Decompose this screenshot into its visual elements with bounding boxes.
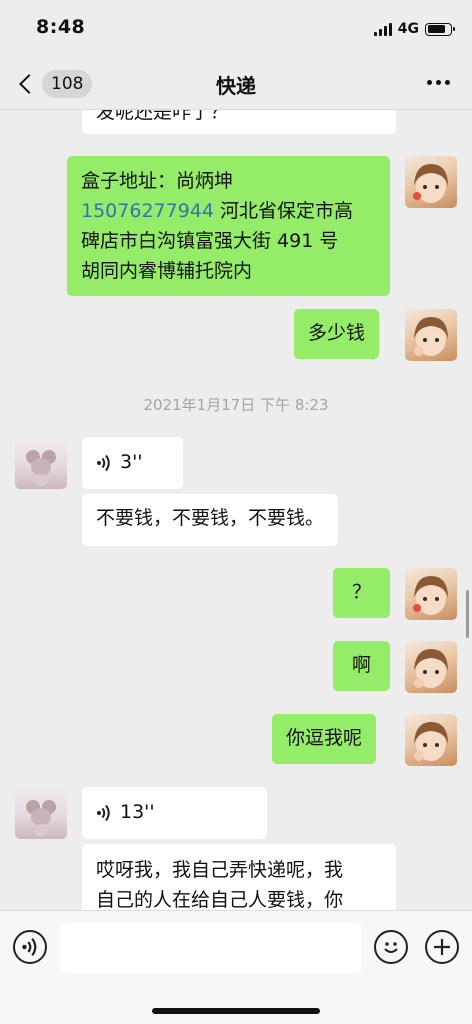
message-bubble[interactable]: 哎呀我，我自己弄快递呢，我 自己的人在给自己人要钱，你 — [82, 844, 396, 910]
nav-bar: 108 快递 — [0, 58, 472, 110]
more-icon — [427, 80, 432, 85]
my-avatar[interactable] — [405, 309, 457, 361]
battery-icon — [425, 22, 455, 36]
avatar-image — [414, 649, 448, 688]
emoji-button[interactable] — [374, 930, 408, 964]
voice-duration: 3'' — [120, 451, 143, 473]
message-text: 你逗我呢 — [286, 727, 363, 749]
contact-avatar[interactable] — [15, 787, 67, 839]
plus-icon — [434, 939, 450, 955]
avatar-image — [414, 317, 448, 356]
my-avatar[interactable] — [405, 714, 457, 766]
voice-wave-icon — [97, 804, 110, 821]
battery-level — [427, 25, 446, 33]
address-line: 胡同内睿博辅托院内 — [81, 260, 253, 282]
address-line: 河北省保定市高 — [220, 200, 354, 222]
chat-title: 快递 — [216, 74, 256, 98]
status-indicators: 4G — [373, 20, 455, 38]
add-button[interactable] — [425, 930, 459, 964]
input-bar — [0, 910, 472, 1024]
voice-duration: 13'' — [120, 801, 155, 823]
avatar-image — [413, 576, 448, 615]
status-bar: 8:48 4G — [0, 0, 472, 58]
address-line: 碑店市白沟镇富强大街 491 号 — [81, 230, 339, 252]
voice-toggle-button[interactable] — [13, 930, 47, 964]
message-text: 啊 — [351, 654, 371, 676]
avatar-image — [26, 800, 56, 836]
avatar-image — [413, 164, 448, 203]
message-input[interactable] — [60, 923, 362, 973]
message-text: 盒子地址：尚炳坤 15076277944 河北省保定市高 碑店市白沟镇富强大街 … — [81, 166, 376, 286]
message-bubble-address[interactable]: 盒子地址：尚炳坤 15076277944 河北省保定市高 碑店市白沟镇富强大街 … — [67, 156, 390, 296]
my-avatar[interactable] — [405, 568, 457, 620]
voice-wave-icon — [97, 454, 110, 471]
contact-avatar[interactable] — [15, 437, 67, 489]
message-text: 多少钱 — [308, 322, 366, 344]
message-text-line: 哎呀我，我自己弄快递呢，我 — [96, 859, 344, 881]
message-bubble[interactable]: 你逗我呢 — [272, 714, 377, 764]
avatar-image — [414, 722, 448, 761]
message-bubble[interactable]: ？ — [333, 568, 390, 618]
home-indicator — [152, 1008, 320, 1014]
avatar-image — [26, 450, 56, 486]
signal-icon — [373, 22, 392, 36]
status-time: 8:48 — [36, 16, 86, 38]
timestamp: 2021年1月17日 下午 8:23 — [143, 396, 329, 414]
my-avatar[interactable] — [405, 156, 457, 208]
my-avatar[interactable] — [405, 641, 457, 693]
more-button[interactable] — [427, 80, 450, 85]
emoji-icon — [384, 942, 398, 953]
voice-message-bubble[interactable]: 3'' — [82, 437, 183, 489]
network-type: 4G — [397, 21, 419, 37]
message-text-line: 自己的人在给自己人要钱，你 — [96, 889, 344, 910]
address-line: 盒子地址：尚炳坤 — [81, 170, 234, 192]
phone-link[interactable]: 15076277944 — [81, 200, 214, 222]
message-bubble[interactable]: 啊 — [333, 641, 390, 691]
scrollbar[interactable] — [466, 590, 469, 638]
message-bubble-partial[interactable]: 发呢还是咋了？ — [82, 110, 396, 134]
message-text: 不要钱，不要钱，不要钱。 — [96, 507, 325, 529]
voice-message-bubble[interactable]: 13'' — [82, 787, 267, 839]
message-text: 发呢还是咋了？ — [96, 110, 230, 123]
message-text: ？ — [351, 581, 371, 603]
voice-icon — [22, 938, 37, 956]
message-bubble[interactable]: 不要钱，不要钱，不要钱。 — [82, 494, 339, 546]
message-bubble[interactable]: 多少钱 — [294, 309, 380, 359]
chat-message-list[interactable]: 发呢还是咋了？ 盒子地址：尚炳坤 15076277944 河北省保定市高 碑店市… — [0, 110, 472, 910]
